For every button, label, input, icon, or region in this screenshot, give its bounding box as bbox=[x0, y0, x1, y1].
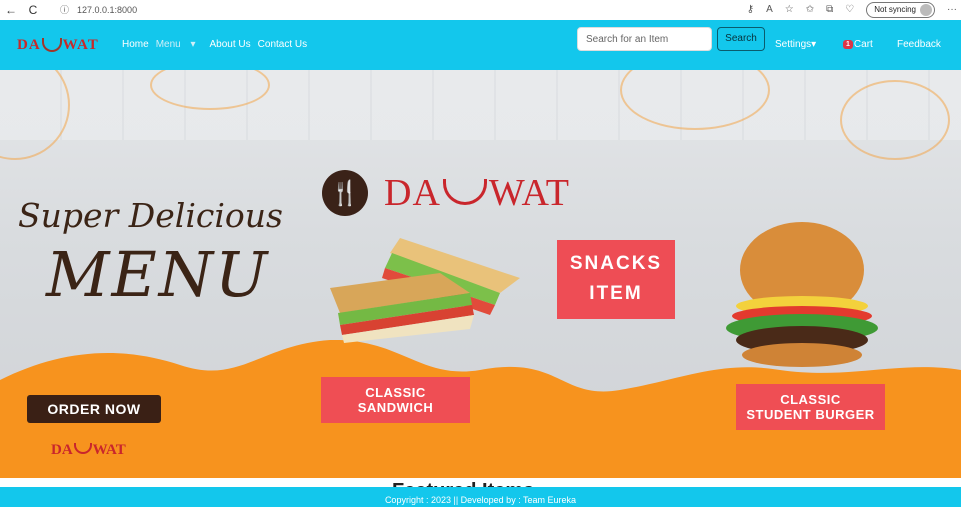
search-button[interactable]: Search bbox=[717, 27, 765, 51]
cart-link[interactable]: 1 Cart bbox=[843, 39, 873, 50]
browser-actions: ⚷ A ☆ ✩ ⧉ ♡ Not syncing ··· bbox=[747, 0, 957, 19]
snacks-item-box: SNACKS ITEM bbox=[557, 240, 675, 319]
dish-icon bbox=[41, 37, 62, 52]
sync-label: Not syncing bbox=[874, 5, 916, 14]
caret-down-icon: ▾ bbox=[190, 39, 196, 50]
favorites-icon[interactable]: ✩ bbox=[806, 4, 814, 15]
nav-home[interactable]: Home bbox=[122, 39, 149, 50]
footer-copyright: Copyright : 2023 || Developed by : Team … bbox=[384, 495, 577, 505]
browser-toolbar: ← C ⓘ 127.0.0.1:8000 ⚷ A ☆ ✩ ⧉ ♡ Not syn… bbox=[0, 0, 961, 19]
classic-burger-label: CLASSIC STUDENT BURGER bbox=[736, 384, 885, 430]
dish-icon bbox=[442, 179, 487, 205]
avatar bbox=[920, 3, 932, 16]
label-line: CLASSIC bbox=[365, 385, 426, 400]
reload-icon[interactable]: C bbox=[22, 3, 44, 17]
cart-count-badge: 1 bbox=[843, 40, 853, 49]
dish-icon bbox=[73, 443, 92, 454]
read-aloud-icon[interactable]: A bbox=[766, 4, 773, 15]
small-brand-logo: DA WAT bbox=[51, 442, 126, 459]
label-line: STUDENT BURGER bbox=[746, 407, 875, 422]
url-text: 127.0.0.1:8000 bbox=[77, 4, 138, 15]
order-now-button[interactable]: ORDER NOW bbox=[27, 395, 161, 423]
favorite-star-icon[interactable]: ☆ bbox=[785, 4, 794, 15]
hero-brand-suffix: WAT bbox=[488, 172, 570, 214]
hero-brand-prefix: DA bbox=[384, 172, 441, 214]
hero-logo: 🍴 DA WAT bbox=[322, 170, 570, 216]
sketch-decoration bbox=[0, 70, 70, 160]
nav-menu-label: Menu bbox=[155, 39, 181, 50]
featured-items-heading: Featured Items bbox=[392, 478, 534, 487]
nav-links: Home Menu ▾ About Us Contact Us bbox=[122, 39, 314, 50]
profile-sync-button[interactable]: Not syncing bbox=[866, 1, 935, 18]
tagline-menu: MENU bbox=[46, 238, 270, 311]
cart-label: Cart bbox=[853, 39, 873, 50]
hero-brand-text: DA WAT bbox=[384, 171, 570, 215]
settings-label: Settings bbox=[775, 39, 812, 50]
tagline-super-delicious: Super Delicious bbox=[18, 196, 283, 235]
extensions-icon[interactable]: ♡ bbox=[845, 4, 854, 15]
back-icon[interactable]: ← bbox=[0, 3, 22, 17]
more-menu-icon[interactable]: ··· bbox=[947, 4, 957, 15]
nav-contact[interactable]: Contact Us bbox=[258, 39, 307, 50]
ceiling-background bbox=[0, 70, 961, 140]
brand-suffix: WAT bbox=[62, 37, 99, 53]
feedback-link[interactable]: Feedback bbox=[897, 39, 941, 50]
burger-image bbox=[726, 222, 878, 367]
fork-icon: 🍴 bbox=[322, 170, 368, 216]
label-line: SANDWICH bbox=[357, 400, 434, 415]
sandwich-image bbox=[330, 238, 520, 343]
nav-about[interactable]: About Us bbox=[210, 39, 251, 50]
small-brand-suffix: WAT bbox=[92, 442, 126, 458]
sketch-decoration bbox=[840, 80, 950, 160]
label-line: CLASSIC bbox=[780, 392, 841, 407]
brand-prefix: DA bbox=[17, 37, 41, 53]
nav-menu-dropdown[interactable]: Menu ▾ bbox=[156, 39, 203, 50]
caret-down-icon: ▾ bbox=[811, 39, 817, 50]
site-navbar: DA WAT Home Menu ▾ About Us Contact Us S… bbox=[0, 20, 961, 70]
hero-banner: 🍴 DA WAT Super Delicious MENU SNACKS ITEM… bbox=[0, 70, 961, 478]
collections-icon[interactable]: ⧉ bbox=[826, 4, 833, 15]
classic-sandwich-label: CLASSIC SANDWICH bbox=[321, 377, 470, 423]
key-icon[interactable]: ⚷ bbox=[747, 4, 754, 15]
search-input[interactable]: Search for an Item bbox=[577, 27, 712, 51]
settings-dropdown[interactable]: Settings▾ bbox=[775, 39, 816, 50]
address-bar[interactable]: ⓘ 127.0.0.1:8000 bbox=[52, 2, 612, 17]
small-brand-prefix: DA bbox=[51, 442, 73, 458]
brand-logo[interactable]: DA WAT bbox=[17, 37, 99, 54]
snacks-line1: SNACKS bbox=[569, 253, 663, 274]
info-icon[interactable]: ⓘ bbox=[60, 3, 69, 16]
snacks-line2: ITEM bbox=[589, 283, 643, 304]
site-footer: Copyright : 2023 || Developed by : Team … bbox=[0, 487, 961, 507]
